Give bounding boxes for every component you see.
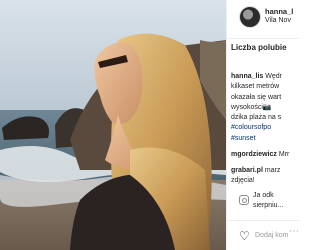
likes-count[interactable]: Liczba polubie [231, 43, 287, 52]
caption-text: Wędr [265, 73, 282, 80]
avatar[interactable] [239, 6, 261, 28]
post-side-panel: hanna_l Vila Nov Liczba polubie hanna_li… [226, 0, 300, 250]
post-header: hanna_l Vila Nov [227, 0, 300, 39]
comment: mgordziewicz Mrr [231, 150, 299, 160]
comment: grabari.pl marz zdjęcia! [231, 166, 299, 187]
comment-text: zdjęcia! [231, 177, 255, 185]
comment-text: Ja odk [253, 192, 274, 199]
caption-line: wysokości [231, 103, 263, 111]
heart-icon[interactable]: ♡ [239, 230, 250, 242]
camera-emoji-icon: 📷 [262, 103, 272, 111]
caption-line: okazała się wart [231, 93, 282, 101]
comment-username[interactable]: mgordziewicz [231, 151, 277, 158]
caption-username[interactable]: hanna_lis [231, 73, 263, 80]
add-comment-input[interactable]: Dodaj kom [255, 231, 288, 240]
more-options-icon[interactable]: ⋯ [289, 227, 299, 237]
instagram-icon[interactable] [239, 195, 249, 205]
post-caption: hanna_lis Wędr kilkaset metrów okazała s… [231, 72, 299, 144]
caption-line: dzika plaża na s [231, 114, 282, 122]
hashtag-link[interactable]: ofpo [257, 124, 271, 131]
post-photo [0, 0, 226, 250]
post-location[interactable]: Vila Nov [265, 16, 291, 25]
hashtag-link[interactable]: #colours [231, 124, 257, 131]
caption-line: kilkaset metrów [231, 83, 280, 91]
instagram-post-embed: hanna_l Vila Nov Liczba polubie hanna_li… [0, 0, 300, 250]
comment-text: Mrr [278, 151, 290, 158]
author-username[interactable]: hanna_l [265, 7, 293, 16]
hashtag-link[interactable]: #sunset [231, 135, 256, 142]
comment: Ja odk sierpniu... [253, 191, 299, 212]
comment-text: sierpniu... [253, 202, 284, 210]
comment-text: marz [264, 167, 281, 174]
comment-bar: ♡ Dodaj kom ⋯ [227, 220, 300, 250]
comment-username[interactable]: grabari.pl [231, 167, 263, 174]
